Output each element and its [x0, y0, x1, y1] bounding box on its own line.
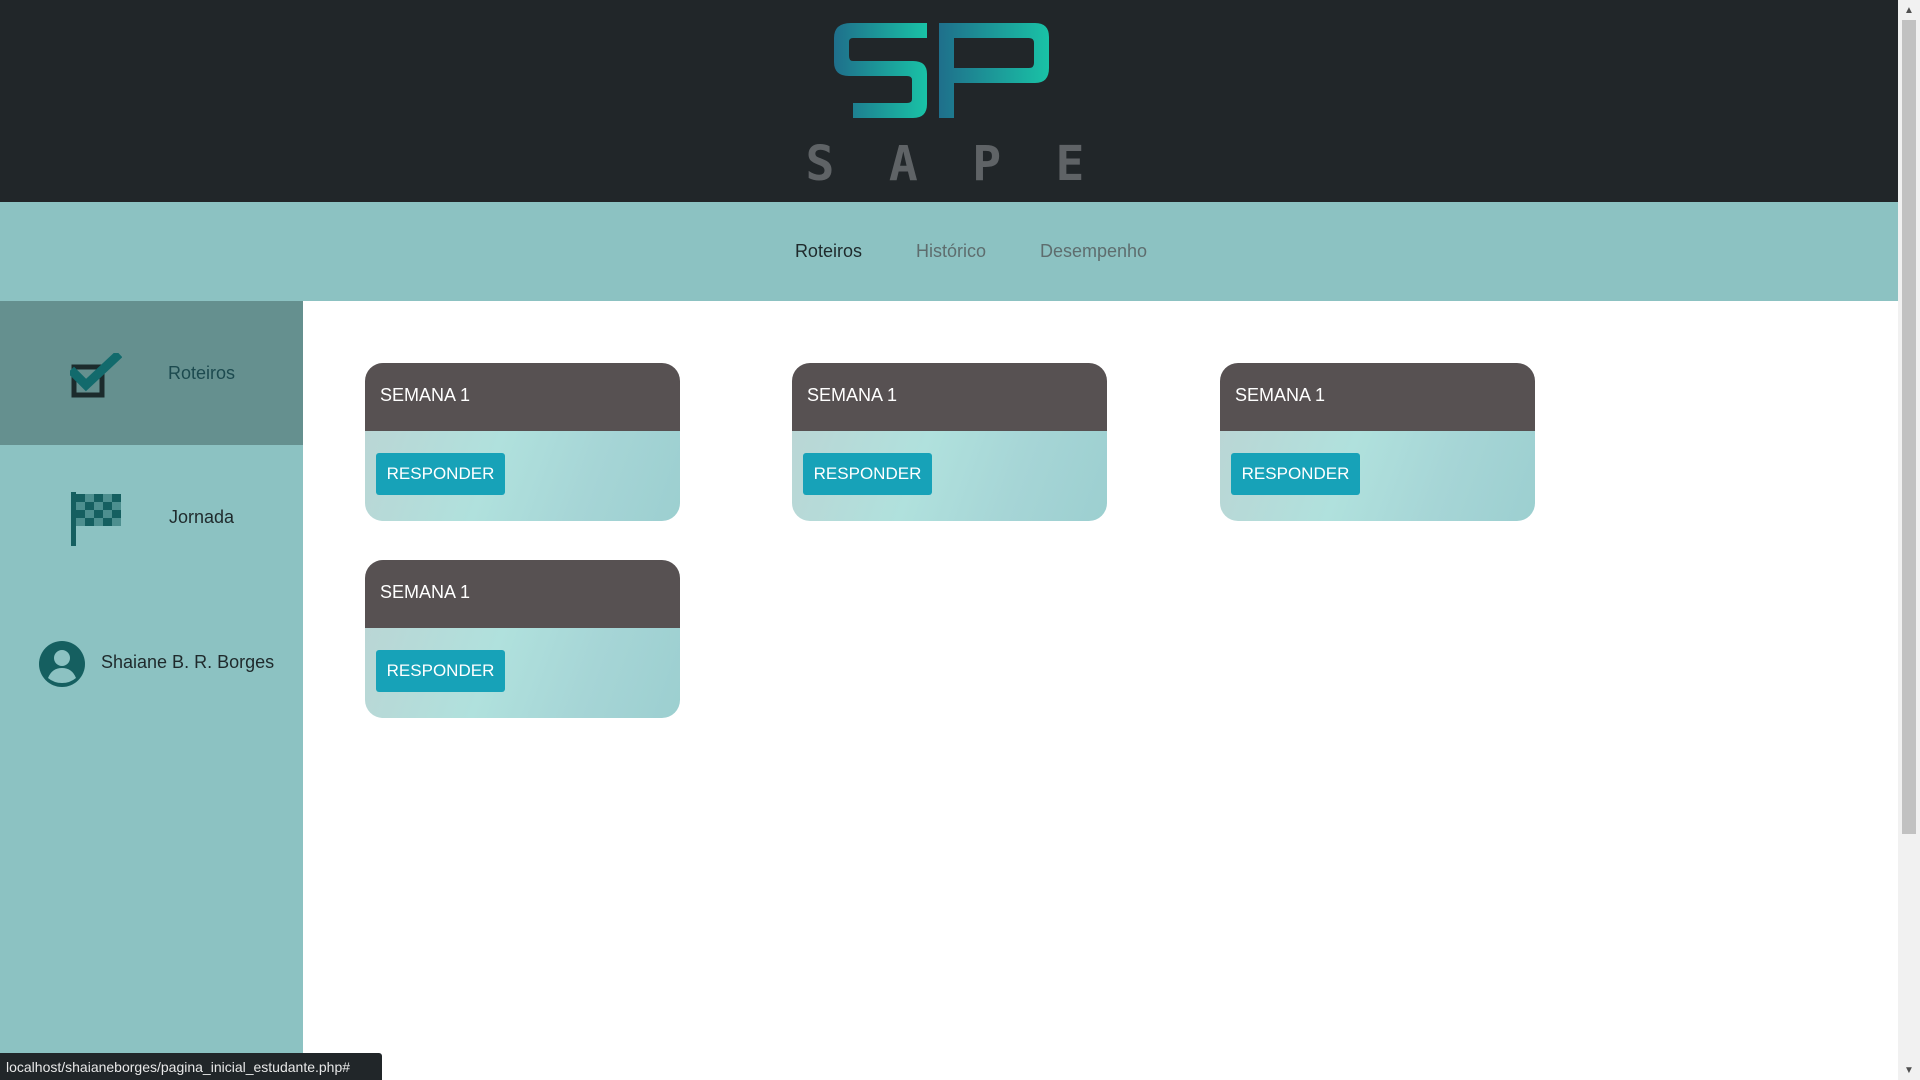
- scroll-up-arrow-icon[interactable]: ▲: [1898, 0, 1920, 20]
- sidebar: Roteiros Jornada Shaiane B. R. Borges: [0, 301, 303, 1080]
- logo-letter: P: [972, 136, 1002, 192]
- card-header: SEMANA 1: [1220, 363, 1535, 431]
- responder-button[interactable]: RESPONDER: [1231, 453, 1360, 495]
- sidebar-item-roteiros[interactable]: Roteiros: [0, 301, 303, 445]
- card-header: SEMANA 1: [365, 363, 680, 431]
- roteiro-card: SEMANA 1 RESPONDER: [365, 363, 680, 521]
- roteiro-card: SEMANA 1 RESPONDER: [1220, 363, 1535, 521]
- sidebar-item-label: Roteiros: [168, 363, 236, 383]
- card-title: SEMANA 1: [807, 385, 898, 405]
- card-body: RESPONDER: [792, 431, 1107, 521]
- card-title: SEMANA 1: [380, 385, 471, 405]
- top-nav: Roteiros Histórico Desempenho: [0, 202, 1898, 301]
- responder-button[interactable]: RESPONDER: [376, 650, 505, 692]
- card-header: SEMANA 1: [365, 560, 680, 628]
- card-body: RESPONDER: [1220, 431, 1535, 521]
- logo-letter: A: [888, 136, 918, 192]
- page: S A P E Roteiros Histórico Desempenho Ro…: [0, 0, 1898, 1080]
- card-header: SEMANA 1: [792, 363, 1107, 431]
- header: S A P E: [0, 0, 1898, 202]
- scroll-down-arrow-icon[interactable]: ▼: [1898, 1060, 1920, 1080]
- card-body: RESPONDER: [365, 628, 680, 718]
- status-bar-url: localhost/shaianeborges/pagina_inicial_e…: [0, 1053, 382, 1080]
- responder-button[interactable]: RESPONDER: [803, 453, 932, 495]
- nav-link-desempenho[interactable]: Desempenho: [1040, 241, 1147, 262]
- sidebar-item-jornada[interactable]: Jornada: [0, 445, 303, 589]
- logo-letter: S: [805, 136, 835, 192]
- card-body: RESPONDER: [365, 431, 680, 521]
- logo-wordmark: S A P E: [795, 136, 1095, 192]
- nav-link-historico[interactable]: Histórico: [916, 241, 986, 262]
- checkbox-checked-icon: [70, 353, 122, 398]
- roteiro-card: SEMANA 1 RESPONDER: [365, 560, 680, 718]
- roteiro-card: SEMANA 1 RESPONDER: [792, 363, 1107, 521]
- user-name: Shaiane B. R. Borges: [101, 652, 275, 672]
- user-avatar-icon: [39, 641, 85, 687]
- sidebar-user[interactable]: Shaiane B. R. Borges: [0, 589, 303, 733]
- sape-logo[interactable]: S A P E: [795, 16, 1095, 192]
- checkered-flag-icon: [71, 492, 121, 546]
- sidebar-item-label: Jornada: [169, 507, 235, 527]
- responder-button[interactable]: RESPONDER: [376, 453, 505, 495]
- vertical-scrollbar[interactable]: ▲ ▼: [1898, 0, 1920, 1080]
- scrollbar-thumb[interactable]: [1902, 20, 1916, 834]
- logo-letter: E: [1055, 136, 1085, 192]
- card-title: SEMANA 1: [380, 582, 471, 602]
- nav-link-roteiros[interactable]: Roteiros: [795, 241, 862, 262]
- card-title: SEMANA 1: [1235, 385, 1326, 405]
